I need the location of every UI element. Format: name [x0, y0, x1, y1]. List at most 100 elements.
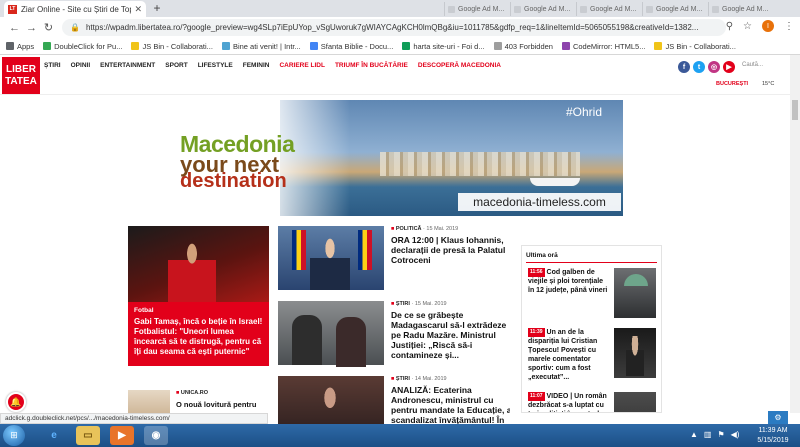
bookmark-item[interactable]: JS Bin - Collaborati... [131, 42, 213, 51]
bookmark-item[interactable]: Sfanta Biblie - Docu... [309, 42, 393, 51]
bookmark-item[interactable]: Apps [6, 42, 34, 51]
settings-gear-icon[interactable]: ⚙ [768, 411, 788, 424]
banner-boat-image [530, 178, 580, 186]
bookmark-favicon-icon [221, 42, 230, 50]
profile-avatar[interactable]: I [762, 20, 774, 32]
news-thumbnail [614, 328, 656, 378]
volume-icon[interactable]: ◀) [731, 430, 740, 439]
address-bar[interactable]: 🔒 https://wpadm.libertatea.ro/?google_pr… [62, 19, 726, 36]
internet-explorer-icon[interactable]: e [42, 426, 66, 445]
bookmark-item[interactable]: JS Bin - Collaborati... [654, 42, 736, 51]
featured-category[interactable]: Fotbal [134, 307, 263, 314]
article-image [278, 301, 384, 365]
article-item[interactable]: ■ ȘTIRI · 15 Mai. 2019 De ce se grăbește… [278, 301, 510, 367]
twitter-icon[interactable]: t [693, 61, 705, 73]
taskbar-clock[interactable]: 11:39 AM 5/15/2019 [748, 426, 798, 446]
tab-favicon-icon [580, 5, 587, 13]
latest-news-item[interactable]: 11:07 VIDEO | Un român dezbrăcat s-a lupt… [528, 392, 658, 412]
featured-image [128, 226, 269, 302]
bookmark-item[interactable]: harta site-uri - Foi d... [402, 42, 485, 51]
article-title[interactable]: O nouă lovitură pentru [176, 400, 276, 409]
background-tab[interactable]: Google Ad M... [510, 2, 573, 16]
facebook-icon[interactable]: f [678, 61, 690, 73]
bookmark-favicon-icon [402, 42, 411, 50]
article-title[interactable]: De ce se grăbește Madagascarul să-l extr… [391, 310, 515, 360]
featured-title[interactable]: Gabi Tamaș, încă o beție în Israel! Fotb… [134, 317, 263, 357]
latest-news-item[interactable]: 11:56 Cod galben de viejile și ploi toren… [528, 268, 658, 320]
news-time-badge: 11:07 [528, 392, 545, 401]
article-meta: ■ ȘTIRI · 15 Mai. 2019 [391, 301, 447, 307]
page-scrollbar[interactable] [790, 55, 800, 413]
search-icon[interactable]: ⚲ [726, 21, 733, 32]
nav-item[interactable]: DESCOPERĂ MACEDONIA [418, 62, 501, 69]
show-hidden-icons-icon[interactable]: ▲ [690, 430, 698, 439]
weather-city[interactable]: BUCUREȘTI [716, 81, 748, 87]
reload-icon[interactable]: ↻ [40, 21, 57, 34]
nav-item[interactable]: TRIUMF ÎN BUCĂTĂRIE [335, 62, 408, 69]
tab-close-icon[interactable]: ✕ [134, 4, 142, 15]
nav-item[interactable]: LIFESTYLE [198, 62, 233, 69]
site-search-input[interactable]: Caută... [742, 62, 790, 68]
tab-favicon-icon [712, 5, 719, 13]
bookmark-item[interactable]: CodeMirror: HTML5... [561, 42, 645, 51]
flag-icon[interactable]: ⚑ [717, 430, 724, 439]
nav-item[interactable]: ȘTIRI [44, 62, 61, 69]
bookmark-favicon-icon [654, 42, 663, 50]
nav-item[interactable]: SPORT [165, 62, 187, 69]
bookmark-favicon-icon [561, 42, 570, 50]
bookmark-item[interactable]: DoubleClick for Pu... [43, 42, 122, 51]
chrome-icon[interactable]: ◉ [144, 426, 168, 445]
article-image [278, 226, 384, 290]
background-tab[interactable]: Google Ad M... [576, 2, 639, 16]
nav-item[interactable]: CARIERE LIDL [279, 62, 325, 69]
nav-item[interactable]: ENTERTAINMENT [100, 62, 155, 69]
notification-bell-icon[interactable]: 🔔 [6, 392, 26, 412]
file-explorer-icon[interactable]: ▭ [76, 426, 100, 445]
tab-favicon-icon [448, 5, 455, 13]
flag-image [358, 230, 372, 270]
bookmark-star-icon[interactable]: ☆ [743, 21, 752, 32]
new-tab-button[interactable]: + [150, 2, 164, 16]
site-logo[interactable]: LIBER TATEA [2, 57, 40, 94]
banner-tag: #Ohrid [566, 105, 603, 119]
background-tab[interactable]: Google Ad M... [444, 2, 507, 16]
nav-item[interactable]: OPINII [71, 62, 91, 69]
nav-item[interactable]: FEMININ [243, 62, 270, 69]
tab-strip: LT Ziar Online - Site cu Știri de Top ✕ … [0, 0, 800, 17]
instagram-icon[interactable]: ◎ [708, 61, 720, 73]
news-thumbnail [614, 392, 656, 412]
news-thumbnail [614, 268, 656, 318]
menu-icon[interactable]: ⋮ [784, 21, 794, 32]
windows-taskbar: ⊞ e ▭ ▶ ◉ ▲ ▥ ⚑ ◀) 11:39 AM 5/15/2019 [0, 424, 800, 447]
apps-grid-icon [6, 42, 14, 50]
bookmark-favicon-icon [493, 42, 502, 50]
media-player-icon[interactable]: ▶ [110, 426, 134, 445]
tab-active[interactable]: LT Ziar Online - Site cu Știri de Top ✕ [4, 1, 146, 17]
forward-icon[interactable]: → [23, 22, 40, 34]
start-button[interactable]: ⊞ [3, 425, 25, 446]
article-title[interactable]: ORA 12:00 | Klaus Iohannis, declarații d… [391, 235, 515, 265]
article-item[interactable]: ■ POLITICĂ · 15 Mai. 2019 ORA 12:00 | Kl… [278, 226, 510, 292]
banner-url: macedonia-timeless.com [458, 193, 621, 211]
bookmark-favicon-icon [309, 42, 318, 50]
youtube-icon[interactable]: ▶ [723, 61, 735, 73]
tab-favicon-icon [514, 5, 521, 13]
macedonia-banner-ad[interactable]: Macedonia your next destination #Ohrid m… [170, 100, 623, 216]
news-title[interactable]: Un an de la dispariția lui Cristian Țope… [528, 329, 597, 381]
article-item[interactable]: ■ ȘTIRI · 14 Mai. 2019 ANALIZĂ: Ecaterin… [278, 376, 510, 424]
article-title[interactable]: ANALIZĂ: Ecaterina Andronescu, ministrul… [391, 385, 510, 424]
scrollbar-thumb[interactable] [792, 100, 798, 120]
bookmark-item[interactable]: 403 Forbidden [493, 42, 553, 51]
network-icon[interactable]: ▥ [704, 430, 712, 439]
back-icon[interactable]: ← [6, 22, 23, 34]
bookmark-item[interactable]: Bine ati venit! | Intr... [221, 42, 301, 51]
latest-news-item[interactable]: 11:39 Un an de la dispariția lui Cristian… [528, 328, 658, 381]
news-time-badge: 11:39 [528, 328, 545, 337]
background-tab[interactable]: Google Ad M... [642, 2, 705, 16]
featured-caption: Fotbal Gabi Tamaș, încă o beție în Israe… [128, 302, 269, 366]
featured-story[interactable]: Fotbal Gabi Tamaș, încă o beție în Israe… [128, 226, 269, 366]
article-meta: ■ UNICA.RO [176, 390, 209, 396]
article-image [278, 376, 384, 424]
tab-favicon-icon [646, 5, 653, 13]
background-tab[interactable]: Google Ad M... [708, 2, 771, 16]
